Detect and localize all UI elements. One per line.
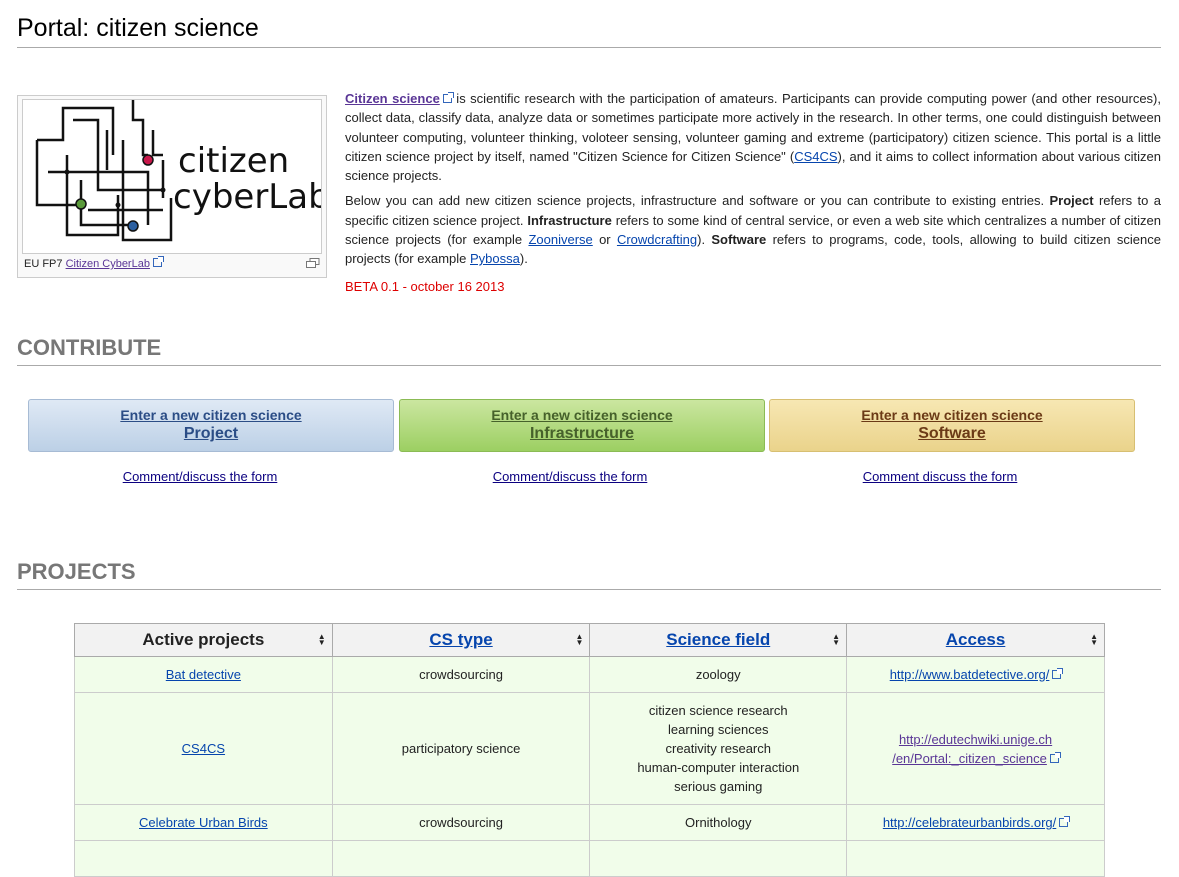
logo-thumbnail: citizen cyberLab EU FP7 Citizen CyberLab: [17, 95, 330, 278]
thumb-caption: EU FP7 Citizen CyberLab: [24, 256, 164, 270]
table-row: Bat detective crowdsourcing zoology http…: [74, 656, 1105, 693]
page-title: Portal: citizen science: [17, 14, 1161, 48]
new-infrastructure-line1[interactable]: Enter a new citizen science: [400, 407, 764, 423]
project-link[interactable]: CS4CS: [182, 741, 225, 756]
infrastructure-bold: Infrastructure: [527, 212, 612, 228]
table-row: [74, 840, 1105, 877]
intro-p2-or: or: [592, 232, 617, 248]
column-header-access[interactable]: Access ▲ ▼: [846, 623, 1105, 657]
sort-arrows-icon[interactable]: ▲ ▼: [832, 633, 840, 647]
comment-project-form: Comment/discuss the form: [17, 469, 383, 484]
logo-word-citizen: citizen: [178, 141, 289, 181]
sort-arrows-icon[interactable]: ▲ ▼: [575, 633, 583, 647]
cs-type-cell: crowdsourcing: [331, 804, 591, 841]
sort-arrows-icon[interactable]: ▲ ▼: [1090, 633, 1098, 647]
intro-paragraph-1: Citizen science is scientific research w…: [345, 89, 1161, 185]
new-project-line2[interactable]: Project: [29, 425, 393, 443]
intro-p2-a: Below you can add new citizen science pr…: [345, 193, 1050, 209]
new-project-button[interactable]: Enter a new citizen science Project: [28, 399, 394, 452]
column-header-active-projects[interactable]: Active projects ▲ ▼: [74, 623, 333, 657]
project-link[interactable]: Celebrate Urban Birds: [139, 815, 268, 830]
field-line: learning sciences: [668, 722, 769, 737]
science-field-cell: Ornithology: [589, 804, 848, 841]
science-field-cell: zoology: [589, 656, 848, 693]
column-link[interactable]: CS type: [429, 630, 492, 649]
citizen-science-link[interactable]: Citizen science: [345, 91, 440, 106]
access-url-link[interactable]: http://www.batdetective.org/: [890, 667, 1050, 682]
citizen-cyberlab-link[interactable]: Citizen CyberLab: [66, 258, 150, 270]
citizen-cyberlab-logo[interactable]: citizen cyberLab: [22, 99, 330, 254]
field-line: zoology: [695, 667, 741, 682]
enlarge-icon[interactable]: [306, 258, 320, 268]
beta-notice: BETA 0.1 - october 16 2013: [345, 278, 505, 294]
zooniverse-link[interactable]: Zooniverse: [528, 232, 592, 247]
column-header-science-field[interactable]: Science field ▲ ▼: [589, 623, 848, 657]
cs4cs-link[interactable]: CS4CS: [794, 149, 837, 164]
external-link-icon: [152, 256, 164, 267]
new-software-line1[interactable]: Enter a new citizen science: [770, 407, 1134, 423]
project-name-cell: Bat detective: [74, 656, 333, 693]
sort-arrows-icon[interactable]: ▲ ▼: [318, 633, 326, 647]
field-line: serious gaming: [674, 779, 763, 794]
contribute-heading: CONTRIBUTE: [17, 335, 1161, 366]
access-cell: http://edutechwiki.unige.ch/en/Portal:_c…: [846, 692, 1105, 805]
field-line: human-computer interaction: [637, 760, 800, 775]
science-field-cell: citizen science research learning scienc…: [589, 692, 848, 805]
access-url-part: http://edutechwiki.unige.ch: [898, 731, 1053, 747]
projects-heading: PROJECTS: [17, 559, 1161, 590]
cs-type-cell: participatory science: [331, 692, 591, 805]
comment-infrastructure-form: Comment/discuss the form: [387, 469, 753, 484]
access-cell: [846, 840, 1105, 877]
column-header-cs-type[interactable]: CS type ▲ ▼: [331, 623, 591, 657]
new-infrastructure-line2[interactable]: Infrastructure: [400, 425, 764, 443]
intro-p2-f: ).: [519, 251, 528, 267]
table-row: Celebrate Urban Birds crowdsourcing Orni…: [74, 804, 1105, 841]
intro-p2-d: ).: [697, 232, 712, 248]
software-bold: Software: [711, 232, 767, 248]
table-row: CS4CS participatory science citizen scie…: [74, 692, 1105, 805]
comment-project-link[interactable]: Comment/discuss the form: [123, 469, 278, 484]
external-link-icon: [1052, 668, 1064, 679]
new-project-line1[interactable]: Enter a new citizen science: [29, 407, 393, 423]
projects-table: Active projects ▲ ▼ CS type ▲ ▼ Science fi…: [74, 623, 1105, 877]
project-bold: Project: [1049, 193, 1094, 209]
new-software-button[interactable]: Enter a new citizen science Software: [769, 399, 1135, 452]
pybossa-link[interactable]: Pybossa: [470, 251, 520, 266]
comment-software-link[interactable]: Comment discuss the form: [863, 469, 1018, 484]
project-name-cell: Celebrate Urban Birds: [74, 804, 333, 841]
cs-type-cell: [331, 840, 591, 877]
new-infrastructure-button[interactable]: Enter a new citizen science Infrastructu…: [399, 399, 765, 452]
intro-paragraph-2: Below you can add new citizen science pr…: [345, 191, 1161, 268]
project-link[interactable]: Bat detective: [166, 667, 241, 682]
intro-text: Citizen science is scientific research w…: [345, 89, 1161, 296]
external-link-icon: [1059, 816, 1071, 827]
project-name-cell: [74, 840, 333, 877]
project-name-cell: CS4CS: [74, 692, 333, 805]
table-header-row: Active projects ▲ ▼ CS type ▲ ▼ Science fi…: [74, 623, 1105, 657]
field-line: creativity research: [665, 741, 771, 756]
field-line: Ornithology: [685, 815, 752, 830]
comment-software-form: Comment discuss the form: [757, 469, 1123, 484]
field-line: citizen science research: [648, 703, 788, 718]
cs-type-cell: crowdsourcing: [331, 656, 591, 693]
access-url-link[interactable]: http://celebrateurbanbirds.org/: [883, 815, 1056, 830]
caption-prefix: EU FP7: [24, 258, 63, 270]
external-link-icon: [1049, 751, 1061, 763]
access-cell: http://www.batdetective.org/: [846, 656, 1105, 693]
access-url-link[interactable]: http://edutechwiki.unige.ch/en/Portal:_c…: [892, 732, 1052, 766]
column-label: Active projects: [142, 630, 265, 649]
comment-infrastructure-link[interactable]: Comment/discuss the form: [493, 469, 648, 484]
crowdcrafting-link[interactable]: Crowdcrafting: [617, 232, 697, 247]
access-url-part: /en/Portal:_citizen_science: [892, 750, 1047, 766]
column-link[interactable]: Science field: [666, 630, 770, 649]
circuit-logo-icon: citizen cyberLab: [35, 100, 330, 242]
access-cell: http://celebrateurbanbirds.org/: [846, 804, 1105, 841]
external-link-icon: [442, 92, 454, 103]
logo-word-cyberlab: cyberLab: [173, 177, 321, 217]
science-field-cell: [589, 840, 848, 877]
column-link[interactable]: Access: [946, 630, 1006, 649]
new-software-line2[interactable]: Software: [770, 425, 1134, 443]
